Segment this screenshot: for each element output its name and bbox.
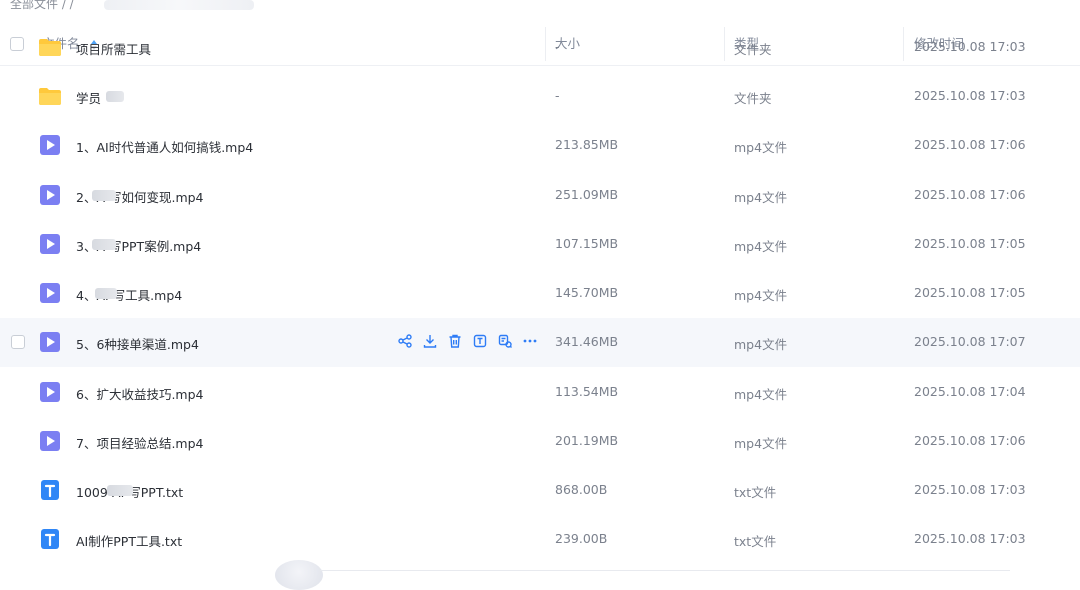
file-type: 文件夹 [734,42,772,57]
file-name[interactable]: 项目所需工具 [76,39,151,58]
redacted-text [107,485,133,496]
file-size: 868.00B [555,482,608,497]
file-size: 213.85MB [555,137,619,152]
file-size: - [555,88,560,103]
video-icon [38,330,62,354]
file-type: 文件夹 [734,91,772,106]
redacted-text [92,190,116,201]
floating-widget[interactable] [275,560,323,590]
table-row[interactable]: 5、6种接单渠道.mp4 341.46MB mp4文件 2025.10.08 17:0… [0,318,1080,367]
table-row[interactable]: 1、AI时代普通人如何搞钱.mp4 213.85MB mp4文件 2025.10.08… [0,121,1080,170]
redacted-text [95,288,117,299]
folder-icon [38,35,62,59]
table-row[interactable]: 2、A 写如何变现.mp4 251.09MB mp4文件 2025.10.08 17:… [0,171,1080,220]
folder-icon [38,84,62,108]
redacted-text [106,91,124,102]
file-modified-time: 2025.10.08 17:07 [914,334,1026,349]
file-type: mp4文件 [734,288,788,303]
file-modified-time: 2025.10.08 17:06 [914,187,1026,202]
text-file-icon [38,527,62,551]
file-size: 341.46MB [555,334,619,349]
breadcrumb-path[interactable]: 全部文件 / / [10,0,74,11]
file-name[interactable]: 1、AI时代普通人如何搞钱.mp4 [76,137,253,156]
file-name[interactable]: 学员 [76,88,101,107]
file-modified-time: 2025.10.08 17:06 [914,433,1026,448]
file-modified-time: 2025.10.08 17:03 [914,482,1026,497]
file-name[interactable]: 6、扩大收益技巧.mp4 [76,384,204,403]
row-checkbox[interactable] [11,335,25,349]
file-type: txt文件 [734,534,777,549]
video-icon [38,429,62,453]
text-file-icon [38,478,62,502]
file-type: mp4文件 [734,387,788,402]
video-icon [38,232,62,256]
file-modified-time: 2025.10.08 17:03 [914,88,1026,103]
file-name[interactable]: AI制作PPT工具.txt [76,531,182,550]
file-type: mp4文件 [734,140,788,155]
file-size: 251.09MB [555,187,619,202]
table-row[interactable]: 7、项目经验总结.mp4 201.19MB mp4文件 2025.10.08 17:0… [0,417,1080,466]
file-size: 113.54MB [555,384,619,399]
file-size: - [555,39,560,54]
file-modified-time: 2025.10.08 17:03 [914,531,1026,546]
rename-icon[interactable] [472,333,489,350]
file-type: mp4文件 [734,239,788,254]
table-row[interactable]: 项目所需工具 - 文件夹 2025.10.08 17:03 [0,23,1080,72]
file-modified-time: 2025.10.08 17:06 [914,137,1026,152]
video-icon [38,380,62,404]
file-type: mp4文件 [734,436,788,451]
download-icon[interactable] [422,333,439,350]
file-size: 239.00B [555,531,608,546]
file-name[interactable]: 5、6种接单渠道.mp4 [76,334,199,353]
table-row[interactable]: 4、AI 写工具.mp4 145.70MB mp4文件 2025.10.08 17:0… [0,269,1080,318]
table-row[interactable]: 1009-AI 写PPT.txt 868.00B txt文件 2025.10.08 1… [0,466,1080,515]
breadcrumb[interactable]: 全部文件 / / [10,0,254,12]
file-modified-time: 2025.10.08 17:04 [914,384,1026,399]
file-modified-time: 2025.10.08 17:05 [914,236,1026,251]
copy-link-icon[interactable] [497,333,514,350]
table-row[interactable]: AI制作PPT工具.txt 239.00B txt文件 2025.10.08 17:0… [0,515,1080,564]
share-icon[interactable] [397,333,414,350]
file-size: 107.15MB [555,236,619,251]
more-icon[interactable] [522,333,539,350]
video-icon [38,183,62,207]
file-size: 145.70MB [555,285,619,300]
video-icon [38,281,62,305]
table-row[interactable]: 3、A 写PPT案例.mp4 107.15MB mp4文件 2025.10.08 17… [0,220,1080,269]
breadcrumb-redacted [103,0,254,10]
table-row[interactable]: 6、扩大收益技巧.mp4 113.54MB mp4文件 2025.10.08 17:0… [0,368,1080,417]
delete-icon[interactable] [447,333,464,350]
divider [320,570,1010,571]
row-actions [397,333,539,351]
file-type: mp4文件 [734,190,788,205]
file-modified-time: 2025.10.08 17:05 [914,285,1026,300]
file-type: txt文件 [734,485,777,500]
file-name[interactable]: 4、AI 写工具.mp4 [76,285,182,304]
file-type: mp4文件 [734,337,788,352]
file-size: 201.19MB [555,433,619,448]
video-icon [38,133,62,157]
file-name[interactable]: 7、项目经验总结.mp4 [76,433,204,452]
table-row[interactable]: 学员 - 文件夹 2025.10.08 17:03 [0,72,1080,121]
redacted-text [92,239,116,250]
file-modified-time: 2025.10.08 17:03 [914,39,1026,54]
